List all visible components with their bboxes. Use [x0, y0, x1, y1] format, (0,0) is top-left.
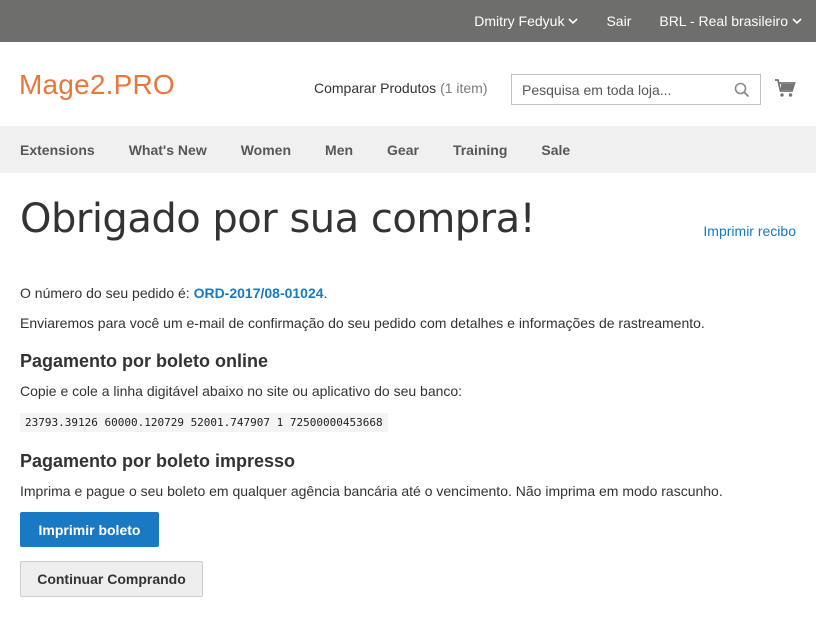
barcode-line[interactable]: 23793.39126 60000.120729 52001.747907 1 …: [20, 413, 388, 432]
printed-payment-text: Imprima e pague o seu boleto em qualquer…: [20, 483, 723, 499]
store-logo[interactable]: Mage2.PRO: [19, 69, 175, 101]
currency-label[interactable]: BRL - Real brasileiro: [659, 13, 788, 29]
compare-count: (1 item): [440, 80, 488, 96]
currency-switcher[interactable]: BRL - Real brasileiro: [659, 13, 802, 29]
online-payment-text: Copie e cole a linha digitável abaixo no…: [20, 383, 463, 399]
chevron-down-icon: [792, 18, 802, 25]
order-prefix: O número do seu pedido é:: [20, 285, 194, 301]
nav-item-training[interactable]: Training: [453, 142, 514, 158]
continue-shopping-button[interactable]: Continuar Comprando: [20, 561, 203, 597]
customer-name[interactable]: Dmitry Fedyuk: [474, 13, 564, 29]
nav-item-women[interactable]: Women: [241, 142, 298, 158]
search-icon[interactable]: [734, 82, 750, 98]
search-input[interactable]: [512, 80, 734, 99]
customer-menu[interactable]: Dmitry Fedyuk: [474, 13, 579, 29]
print-receipt-link[interactable]: Imprimir recibo: [703, 223, 796, 239]
main-navigation: Extensions What's New Women Men Gear Tra…: [0, 126, 816, 173]
nav-item-extensions[interactable]: Extensions: [20, 142, 102, 158]
nav-item-gear[interactable]: Gear: [387, 142, 426, 158]
nav-item-whats-new[interactable]: What's New: [129, 142, 214, 158]
print-boleto-button[interactable]: Imprimir boleto: [20, 512, 159, 547]
nav-item-men[interactable]: Men: [325, 142, 360, 158]
top-bar: Dmitry Fedyuk Sair BRL - Real brasileiro: [0, 0, 816, 42]
compare-label[interactable]: Comparar Produtos: [314, 80, 436, 96]
printed-payment-heading: Pagamento por boleto impresso: [20, 451, 296, 471]
main-content: Obrigado por sua compra! Imprimir recibo…: [20, 196, 796, 597]
logout-label[interactable]: Sair: [606, 13, 631, 29]
chevron-down-icon: [568, 18, 579, 25]
page-title: Obrigado por sua compra!: [20, 196, 536, 242]
email-notice: Enviaremos para você um e-mail de confir…: [20, 315, 705, 331]
search-box: [511, 74, 761, 105]
compare-products-link[interactable]: Comparar Produtos (1 item): [314, 80, 488, 96]
logout-link[interactable]: Sair: [606, 13, 631, 29]
nav-item-sale[interactable]: Sale: [541, 142, 577, 158]
cart-icon[interactable]: [774, 78, 796, 98]
order-number-line: O número do seu pedido é: ORD-2017/08-01…: [20, 285, 327, 301]
order-number-link[interactable]: ORD-2017/08-01024: [194, 285, 324, 301]
online-payment-heading: Pagamento por boleto online: [20, 351, 269, 371]
order-suffix: .: [323, 285, 328, 301]
